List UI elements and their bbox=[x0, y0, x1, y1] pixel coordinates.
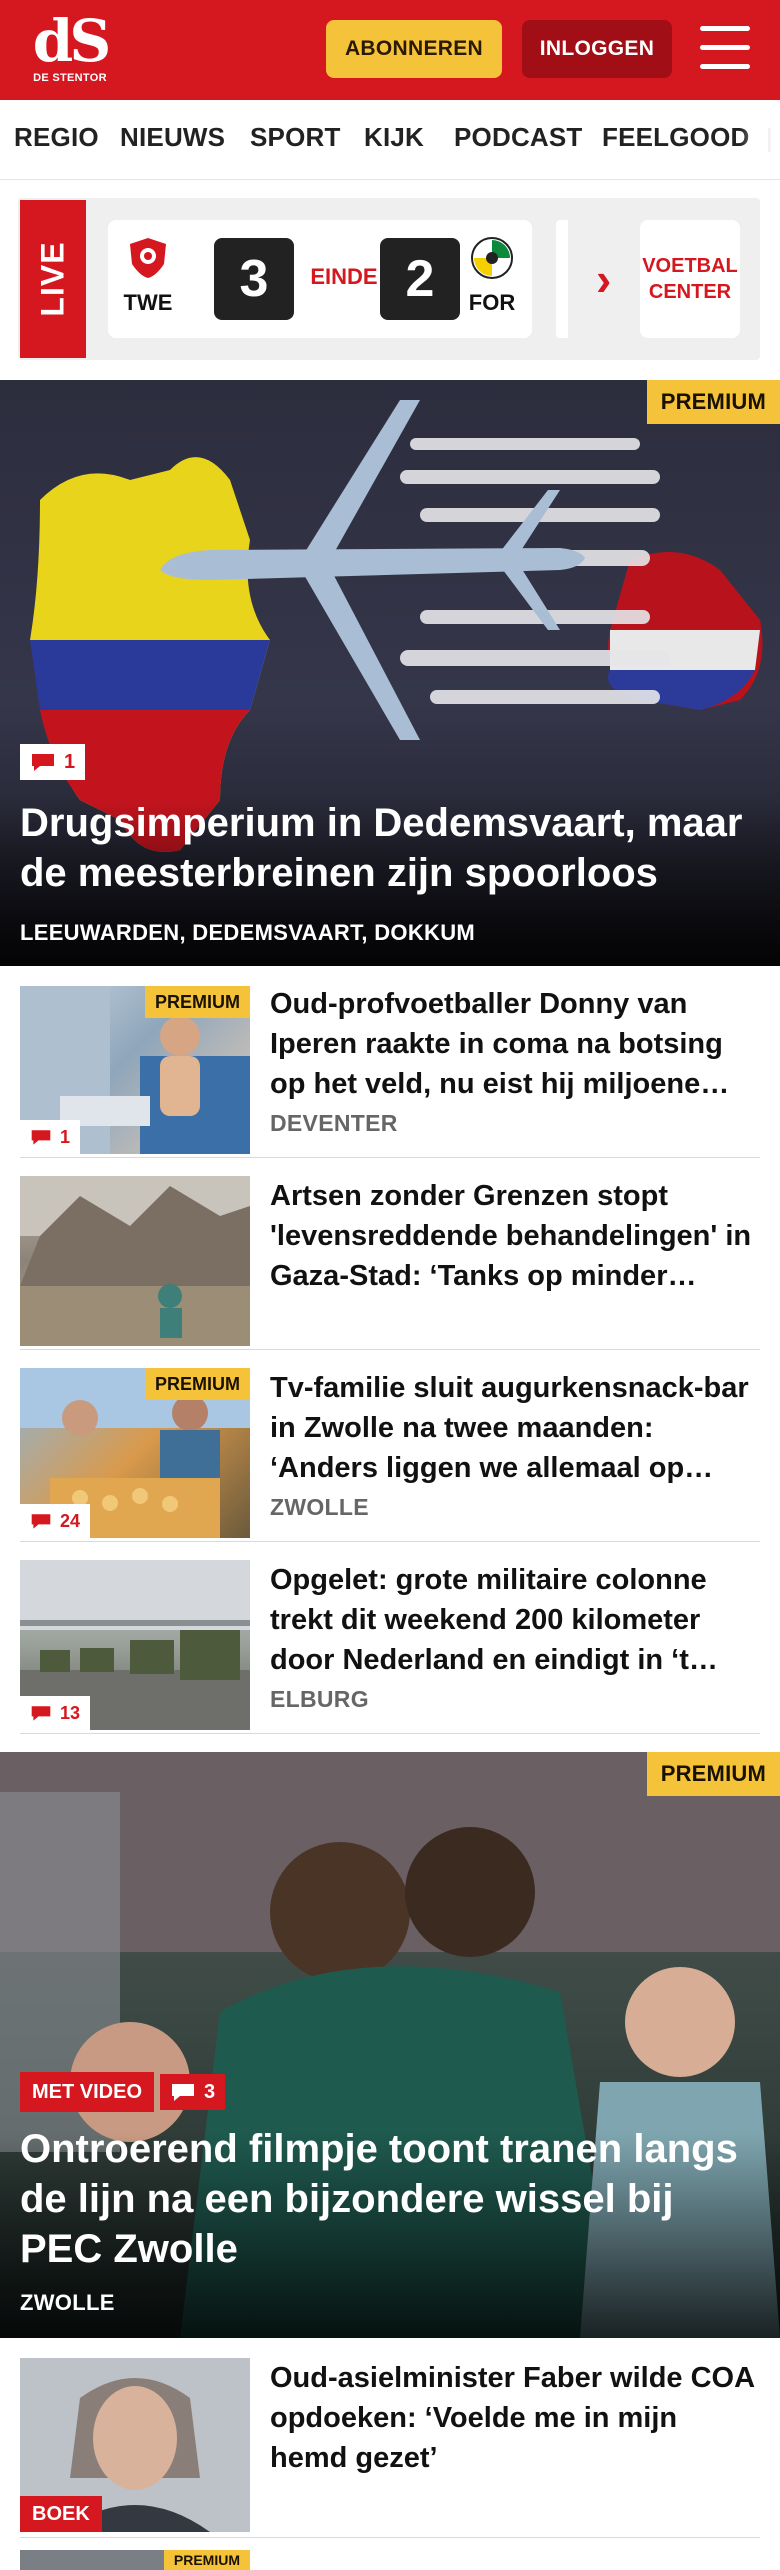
hero-location: ZWOLLE bbox=[20, 2290, 115, 2315]
fortuna-crest-icon bbox=[470, 236, 514, 280]
subscribe-button[interactable]: ABONNEREN bbox=[326, 20, 502, 78]
home-team: TWE bbox=[118, 236, 178, 316]
list-item[interactable]: BOEK Oud-asielminister Faber wilde COA o… bbox=[20, 2338, 760, 2538]
comment-bubble-icon bbox=[31, 1130, 51, 1145]
nav-item-nieuws[interactable]: NIEUWS bbox=[120, 122, 225, 153]
away-team: FOR bbox=[462, 236, 522, 316]
away-score: 2 bbox=[380, 238, 460, 320]
hero-location: LEEUWARDEN, DEDEMSVAART, DOKKUM bbox=[20, 920, 476, 945]
hero-title[interactable]: Drugsimperium in Dedemsvaart, maar de me… bbox=[20, 798, 760, 898]
premium-badge: PREMIUM bbox=[145, 986, 250, 1018]
home-score: 3 bbox=[214, 238, 294, 320]
comment-count-badge: 1 bbox=[20, 1120, 81, 1154]
article-thumbnail: PREMIUM 24 bbox=[20, 1368, 250, 1538]
list-item[interactable]: Artsen zonder Grenzen stopt 'levensredde… bbox=[20, 1158, 760, 1350]
comment-count-badge: 3 bbox=[160, 2074, 226, 2110]
list-item[interactable]: PREMIUM bbox=[20, 2538, 760, 2570]
article-location: DEVENTER bbox=[270, 1110, 398, 1136]
away-team-code: FOR bbox=[468, 290, 516, 315]
login-button[interactable]: INLOGGEN bbox=[522, 20, 672, 78]
video-tag: MET VIDEO bbox=[20, 2072, 155, 2112]
article-title: Tv-familie sluit augurkensnack-bar in Zw… bbox=[270, 1372, 749, 1484]
nav-item-sport[interactable]: SPORT bbox=[250, 122, 341, 153]
hero-title[interactable]: Ontroerend filmpje toont tranen langs de… bbox=[20, 2124, 760, 2274]
article-thumbnail: PREMIUM bbox=[20, 2550, 250, 2570]
list-item[interactable]: PREMIUM 24 Tv-familie sluit augurkensnac… bbox=[20, 1350, 760, 1542]
voetbal-center-button[interactable]: VOETBAL CENTER bbox=[640, 220, 740, 338]
list-item[interactable]: PREMIUM 1 Oud-profvoetballer Donny van I… bbox=[20, 966, 760, 1158]
premium-badge: PREMIUM bbox=[646, 1752, 780, 1796]
article-title: Oud-asielminister Faber wilde COA opdoek… bbox=[270, 2362, 754, 2474]
home-team-code: TWE bbox=[123, 290, 173, 315]
hero-article-pec-zwolle[interactable]: PREMIUM MET VIDEO 3 Ontroerend filmpje t… bbox=[0, 1752, 780, 2338]
nav-item-kijk[interactable]: KIJK bbox=[364, 122, 424, 153]
nav-item-feelgood[interactable]: FEELGOOD bbox=[602, 122, 750, 153]
article-location: ELBURG bbox=[270, 1686, 369, 1712]
article-thumbnail: PREMIUM 1 bbox=[20, 986, 250, 1154]
site-header: dS DE STENTOR ABONNEREN INLOGGEN bbox=[0, 0, 780, 100]
article-thumbnail: 13 bbox=[20, 1560, 250, 1730]
site-logo[interactable]: dS DE STENTOR bbox=[30, 7, 111, 88]
twente-crest-icon bbox=[126, 236, 170, 280]
article-location: ZWOLLE bbox=[270, 1494, 369, 1520]
live-tag: LIVE bbox=[20, 200, 86, 358]
section-nav: REGIO NIEUWS SPORT KIJK PODCAST FEELGOOD bbox=[0, 100, 780, 180]
hero-article-drugs[interactable]: PREMIUM 1 Drugsimperium in Dedemsvaart, … bbox=[0, 380, 780, 966]
book-tag: BOEK bbox=[20, 2496, 102, 2532]
comment-count-badge: 24 bbox=[20, 1504, 91, 1538]
nav-item-podcast[interactable]: PODCAST bbox=[454, 122, 583, 153]
logo-mark: dS bbox=[32, 7, 111, 75]
article-thumbnail: BOEK bbox=[20, 2358, 250, 2532]
article-title: Opgelet: grote militaire colonne trekt d… bbox=[270, 1564, 718, 1676]
live-score-widget: LIVE TWE 3 EINDE 2 FOR › VOETBAL CENTER bbox=[18, 198, 760, 360]
comment-bubble-icon bbox=[172, 2084, 194, 2101]
comment-bubble-icon bbox=[31, 1514, 51, 1529]
logo-subtitle: DE STENTOR bbox=[33, 72, 107, 84]
premium-badge: PREMIUM bbox=[145, 1368, 250, 1400]
comment-count-badge: 13 bbox=[20, 1696, 91, 1730]
premium-badge: PREMIUM bbox=[646, 380, 780, 424]
article-thumbnail bbox=[20, 1176, 250, 1346]
article-title: Oud-profvoetballer Donny van Iperen raak… bbox=[270, 988, 730, 1100]
comment-bubble-icon bbox=[31, 1706, 51, 1721]
list-item[interactable]: 13 Opgelet: grote militaire colonne trek… bbox=[20, 1542, 760, 1734]
hamburger-menu-icon[interactable] bbox=[700, 26, 752, 72]
article-title: Artsen zonder Grenzen stopt 'levensredde… bbox=[270, 1180, 752, 1292]
premium-badge: PREMIUM bbox=[163, 2550, 250, 2570]
comment-count-badge: 1 bbox=[20, 744, 86, 780]
match-card[interactable]: TWE 3 EINDE 2 FOR bbox=[108, 220, 532, 338]
match-status: EINDE bbox=[310, 264, 378, 289]
comment-bubble-icon bbox=[32, 754, 54, 771]
nav-item-regio[interactable]: REGIO bbox=[14, 122, 99, 153]
chevron-right-icon[interactable]: › bbox=[596, 256, 611, 302]
